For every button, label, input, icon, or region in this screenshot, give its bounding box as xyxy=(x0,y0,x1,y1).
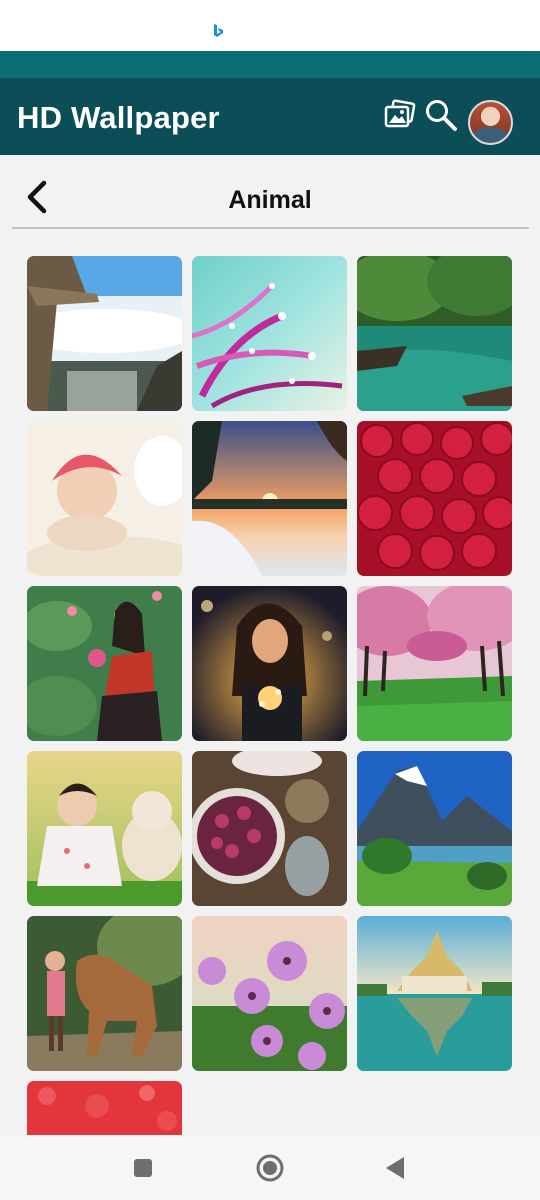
status-strip xyxy=(0,51,540,78)
page-title: Animal xyxy=(228,186,312,214)
wallpaper-woman-lights xyxy=(192,586,347,741)
wallpaper-forest-river xyxy=(357,256,512,411)
wallpaper-tile[interactable] xyxy=(27,1081,182,1136)
circle-icon[interactable] xyxy=(255,1153,285,1183)
wallpaper-baby-headscarf xyxy=(27,421,182,576)
wallpaper-purple-daisies xyxy=(192,916,347,1071)
avatar[interactable] xyxy=(468,100,513,145)
bing-icon xyxy=(214,24,223,37)
wallpaper-tile[interactable] xyxy=(192,751,347,906)
wallpaper-winter-sunset xyxy=(192,421,347,576)
app-title: HD Wallpaper xyxy=(17,100,220,135)
wallpaper-grid xyxy=(27,256,513,1136)
wallpaper-tile[interactable] xyxy=(27,421,182,576)
wallpaper-baby-teddy xyxy=(27,751,182,906)
app-bar: HD Wallpaper xyxy=(0,78,540,155)
wallpaper-temple-reflection xyxy=(357,916,512,1071)
wallpaper-tile[interactable] xyxy=(192,256,347,411)
triangle-back-icon[interactable] xyxy=(380,1153,410,1183)
wallpaper-cliff-clouds xyxy=(27,256,182,411)
wallpaper-tile[interactable] xyxy=(357,421,512,576)
wallpaper-red-roses xyxy=(357,421,512,576)
wallpaper-tile[interactable] xyxy=(192,421,347,576)
wallpaper-mountain-lake xyxy=(357,751,512,906)
wallpaper-tile[interactable] xyxy=(357,256,512,411)
sub-header: Animal xyxy=(0,155,540,229)
status-bar xyxy=(0,0,540,51)
wallpaper-woman-lotus xyxy=(27,586,182,741)
wallpaper-tile[interactable] xyxy=(27,916,182,1071)
search-icon[interactable] xyxy=(424,98,458,132)
wallpaper-tile[interactable] xyxy=(27,256,182,411)
system-nav-bar xyxy=(0,1135,540,1200)
wallpaper-cherry-park xyxy=(357,586,512,741)
wallpaper-girl-horse xyxy=(27,916,182,1071)
wallpaper-tile[interactable] xyxy=(27,751,182,906)
wallpaper-tile[interactable] xyxy=(192,916,347,1071)
wallpaper-tile[interactable] xyxy=(27,586,182,741)
wallpaper-tile[interactable] xyxy=(357,751,512,906)
wallpaper-tile[interactable] xyxy=(357,916,512,1071)
divider xyxy=(12,227,529,229)
gallery-icon[interactable] xyxy=(383,98,417,132)
wallpaper-berries-bowl xyxy=(192,751,347,906)
wallpaper-tile[interactable] xyxy=(192,586,347,741)
wallpaper-red-bokeh xyxy=(27,1081,182,1136)
wallpaper-flower-drops xyxy=(192,256,347,411)
wallpaper-tile[interactable] xyxy=(357,586,512,741)
square-icon[interactable] xyxy=(128,1153,158,1183)
